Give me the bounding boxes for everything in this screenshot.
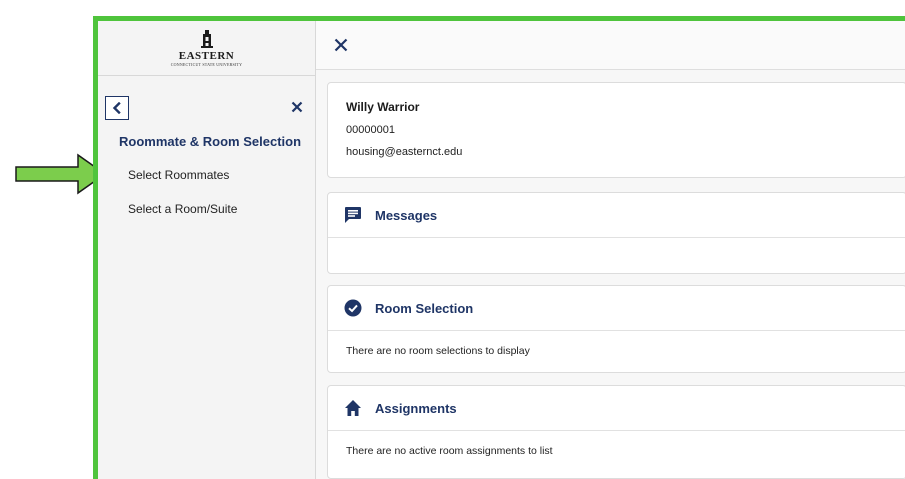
sidebar: EASTERN CONNECTICUT STATE UNIVERSITY Roo…	[98, 21, 316, 479]
logo-name: EASTERN	[178, 49, 235, 62]
sidebar-close-button[interactable]	[288, 98, 306, 116]
room-selection-card: Room Selection There are no room selecti…	[327, 285, 905, 373]
room-selection-card-header[interactable]: Room Selection	[328, 286, 905, 331]
home-icon	[345, 400, 361, 416]
chevron-left-icon	[112, 102, 121, 114]
main-close-button[interactable]	[332, 36, 350, 54]
assignments-card: Assignments There are no active room ass…	[327, 385, 905, 479]
messages-card-header[interactable]: Messages	[328, 193, 905, 238]
profile-email: housing@easternct.edu	[346, 146, 463, 158]
close-icon	[334, 38, 348, 52]
messages-card: Messages	[327, 192, 905, 274]
logo-subtitle: CONNECTICUT STATE UNIVERSITY	[170, 61, 243, 67]
room-selection-card-body: There are no room selections to display	[346, 345, 530, 357]
app-window-frame: EASTERN CONNECTICUT STATE UNIVERSITY Roo…	[93, 16, 905, 479]
assignments-card-title: Assignments	[375, 401, 457, 416]
main-topbar	[316, 21, 905, 70]
room-selection-card-title: Room Selection	[375, 301, 474, 316]
sidebar-item-select-room-suite[interactable]: Select a Room/Suite	[128, 202, 237, 216]
profile-card: Willy Warrior 00000001 housing@easternct…	[327, 82, 905, 178]
sidebar-section-title: Roommate & Room Selection	[119, 134, 302, 149]
check-circle-icon	[344, 299, 362, 317]
close-icon	[291, 101, 303, 113]
profile-name: Willy Warrior	[346, 100, 420, 114]
message-icon	[345, 207, 361, 223]
main-content: Willy Warrior 00000001 housing@easternct…	[316, 21, 905, 479]
university-logo: EASTERN CONNECTICUT STATE UNIVERSITY	[98, 21, 315, 76]
tower-logo-icon	[200, 29, 213, 48]
profile-id: 00000001	[346, 124, 395, 136]
back-button[interactable]	[105, 96, 129, 120]
assignments-card-header[interactable]: Assignments	[328, 386, 905, 431]
app-window: EASTERN CONNECTICUT STATE UNIVERSITY Roo…	[98, 21, 905, 479]
sidebar-item-select-roommates[interactable]: Select Roommates	[128, 168, 229, 182]
assignments-card-body: There are no active room assignments to …	[346, 445, 553, 457]
messages-card-title: Messages	[375, 208, 438, 223]
